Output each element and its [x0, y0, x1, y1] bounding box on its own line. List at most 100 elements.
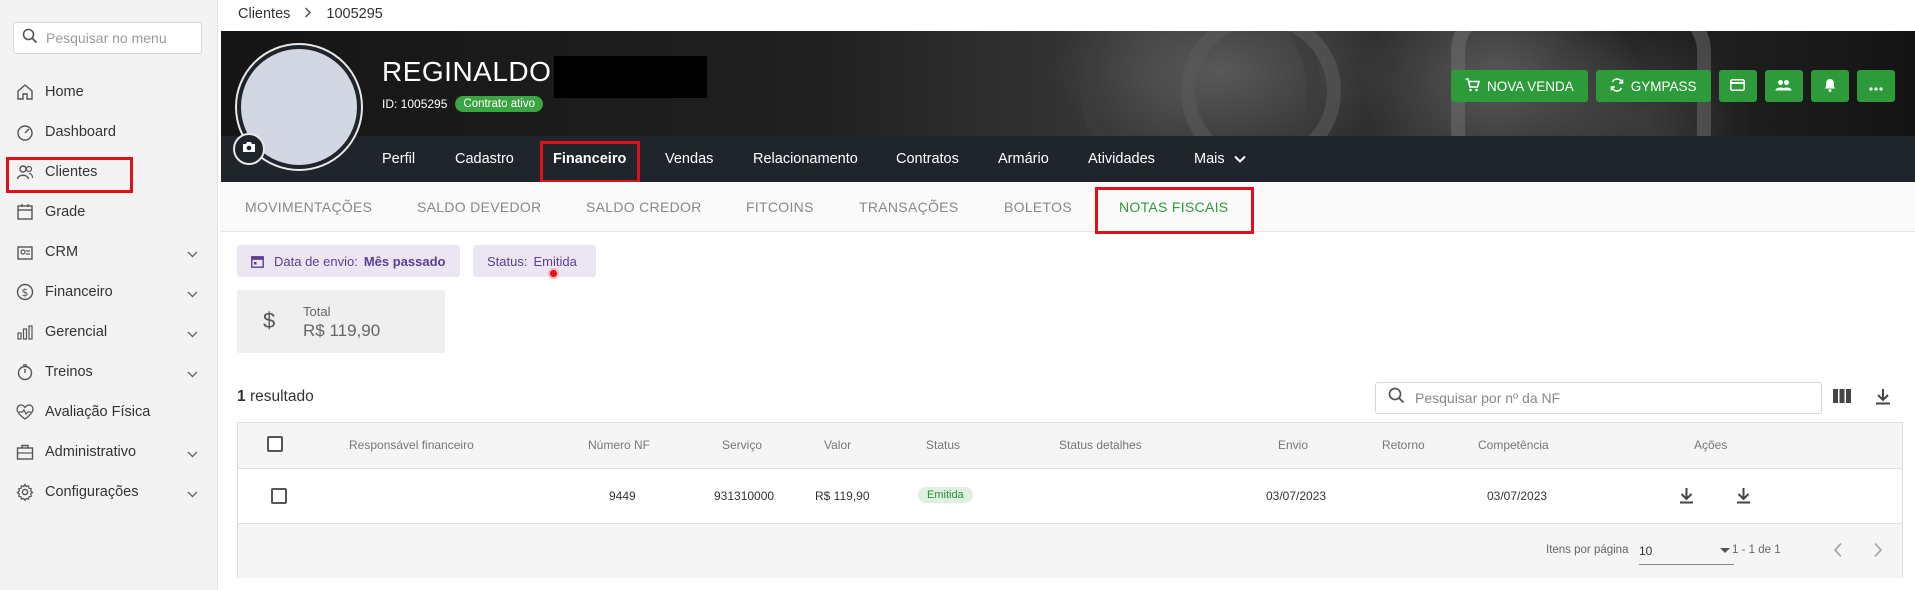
- col-valor: Valor: [824, 438, 852, 452]
- search-icon: [22, 28, 38, 49]
- crm-icon: [15, 242, 35, 262]
- menu-contratos[interactable]: Contratos: [896, 136, 959, 182]
- banner-decoration: [1181, 31, 1341, 136]
- sidebar-item-administrativo[interactable]: Administrativo: [0, 432, 218, 472]
- dropdown-arrow-icon: [1720, 548, 1730, 553]
- financeiro-tabs: MOVIMENTAÇÕES SALDO DEVEDOR SALDO CREDOR…: [221, 182, 1915, 234]
- per-page-select[interactable]: 10: [1639, 537, 1734, 565]
- sidebar-item-avaliacao-fisica[interactable]: Avaliação Física: [0, 392, 218, 432]
- table-header: Responsável financeiro Número NF Serviço…: [238, 423, 1902, 469]
- menu-relacionamento[interactable]: Relacionamento: [753, 136, 858, 182]
- sidebar-item-label: Avaliação Física: [45, 404, 151, 420]
- dollar-icon: $: [15, 282, 35, 302]
- tab-saldo-devedor[interactable]: SALDO DEVEDOR: [417, 182, 542, 232]
- sidebar-item-label: Gerencial: [45, 324, 108, 340]
- gear-icon: [15, 482, 35, 502]
- breadcrumb-clientes-link[interactable]: Clientes: [238, 6, 290, 22]
- sidebar-item-dashboard[interactable]: Dashboard: [0, 112, 218, 152]
- download-pdf-icon[interactable]: [1736, 487, 1751, 509]
- chevron-down-icon: [1233, 155, 1246, 163]
- sidebar-item-label: Treinos: [45, 364, 93, 380]
- col-envio: Envio: [1278, 438, 1309, 452]
- sidebar-item-label: CRM: [45, 244, 79, 260]
- chevron-down-icon: [187, 366, 198, 382]
- svg-text:$: $: [22, 286, 29, 299]
- cell-numero-nf: 9449: [609, 489, 636, 503]
- sidebar-nav: Home Dashboard Clientes Grade CRM $ Fina…: [0, 72, 218, 512]
- sidebar: Home Dashboard Clientes Grade CRM $ F: [0, 0, 218, 590]
- menu-vendas[interactable]: Vendas: [665, 136, 713, 182]
- menu-cadastro[interactable]: Cadastro: [455, 136, 514, 182]
- columns-icon[interactable]: [1833, 388, 1851, 409]
- app: Home Dashboard Clientes Grade CRM $ F: [0, 0, 1915, 590]
- tab-saldo-credor[interactable]: SALDO CREDOR: [586, 182, 702, 232]
- filter-date-label: Data de envio:: [274, 253, 358, 269]
- gympass-label: GYMPASS: [1630, 78, 1697, 94]
- menu-armario[interactable]: Armário: [998, 136, 1049, 182]
- sidebar-item-financeiro[interactable]: $ Financeiro: [0, 272, 218, 312]
- sidebar-item-home[interactable]: Home: [0, 72, 218, 112]
- tab-transacoes[interactable]: TRANSAÇÕES: [859, 182, 958, 232]
- sidebar-item-grade[interactable]: Grade: [0, 192, 218, 232]
- client-id-line: ID: 1005295 Contrato ativo: [382, 96, 543, 112]
- client-name: REGINALDO: [382, 56, 552, 87]
- nf-search-input[interactable]: [1415, 390, 1795, 406]
- cell-status-badge: Emitida: [918, 487, 973, 503]
- breadcrumb: Clientes 1005295: [238, 6, 383, 22]
- prev-page-icon[interactable]: [1833, 542, 1843, 563]
- family-button[interactable]: [1764, 70, 1803, 102]
- select-all-checkbox[interactable]: [267, 436, 283, 452]
- col-competencia: Competência: [1478, 438, 1549, 452]
- next-page-icon[interactable]: [1873, 542, 1883, 563]
- contract-status-badge: Contrato ativo: [455, 96, 543, 112]
- sidebar-item-clientes[interactable]: Clientes: [0, 152, 218, 193]
- menu-financeiro[interactable]: Financeiro: [539, 136, 641, 183]
- credit-card-icon: [1730, 78, 1746, 94]
- menu-search-box[interactable]: [13, 22, 202, 54]
- filter-date-value: Mês passado: [363, 253, 446, 269]
- users-icon: [15, 162, 35, 182]
- menu-mais[interactable]: Mais: [1194, 136, 1246, 182]
- tab-movimentacoes[interactable]: MOVIMENTAÇÕES: [245, 182, 372, 232]
- more-options-button[interactable]: [1856, 70, 1895, 102]
- filter-status-chip[interactable]: Status: Emitida: [473, 245, 596, 277]
- cart-icon: [1465, 77, 1481, 95]
- download-icon[interactable]: [1875, 388, 1891, 410]
- row-checkbox[interactable]: [271, 488, 287, 504]
- nova-venda-button[interactable]: NOVA VENDA: [1451, 70, 1588, 102]
- gympass-button[interactable]: GYMPASS: [1595, 70, 1711, 102]
- download-xml-icon[interactable]: [1679, 487, 1694, 509]
- sidebar-item-configuracoes[interactable]: Configurações: [0, 472, 218, 512]
- filter-data-envio-chip[interactable]: Data de envio: Mês passado: [237, 245, 460, 277]
- menu-atividades[interactable]: Atividades: [1088, 136, 1155, 182]
- nf-search-box[interactable]: [1375, 382, 1822, 414]
- chevron-right-icon: [304, 7, 312, 21]
- sidebar-item-gerencial[interactable]: Gerencial: [0, 312, 218, 352]
- col-retorno: Retorno: [1382, 438, 1425, 452]
- pagination-range: 1 - 1 de 1: [1732, 544, 1781, 556]
- change-photo-button[interactable]: [233, 133, 265, 165]
- calendar-icon: [251, 255, 264, 268]
- cell-valor: R$ 119,90: [815, 489, 870, 503]
- tab-boletos[interactable]: BOLETOS: [1004, 182, 1072, 232]
- dashboard-icon: [15, 122, 35, 142]
- dollar-icon: $: [263, 308, 276, 333]
- results-count: 1 resultado: [237, 388, 314, 406]
- col-servico: Serviço: [722, 438, 763, 452]
- card-button[interactable]: [1718, 70, 1757, 102]
- sidebar-item-crm[interactable]: CRM: [0, 232, 218, 272]
- sidebar-item-treinos[interactable]: Treinos: [0, 352, 218, 392]
- menu-perfil[interactable]: Perfil: [382, 136, 415, 182]
- sidebar-item-label: Administrativo: [45, 444, 137, 460]
- col-numero-nf: Número NF: [588, 438, 651, 452]
- notifications-button[interactable]: [1810, 70, 1849, 102]
- menu-search-input[interactable]: [46, 30, 186, 46]
- col-status-detalhes: Status detalhes: [1059, 438, 1142, 452]
- tab-fitcoins[interactable]: FITCOINS: [746, 182, 814, 232]
- notas-fiscais-table: Responsável financeiro Número NF Serviço…: [237, 422, 1903, 578]
- tab-notas-fiscais[interactable]: NOTAS FISCAIS: [1094, 182, 1255, 234]
- results-number: 1: [237, 388, 246, 405]
- col-status: Status: [926, 438, 961, 452]
- sidebar-item-label: Configurações: [45, 484, 139, 500]
- cell-competencia: 03/07/2023: [1487, 489, 1548, 503]
